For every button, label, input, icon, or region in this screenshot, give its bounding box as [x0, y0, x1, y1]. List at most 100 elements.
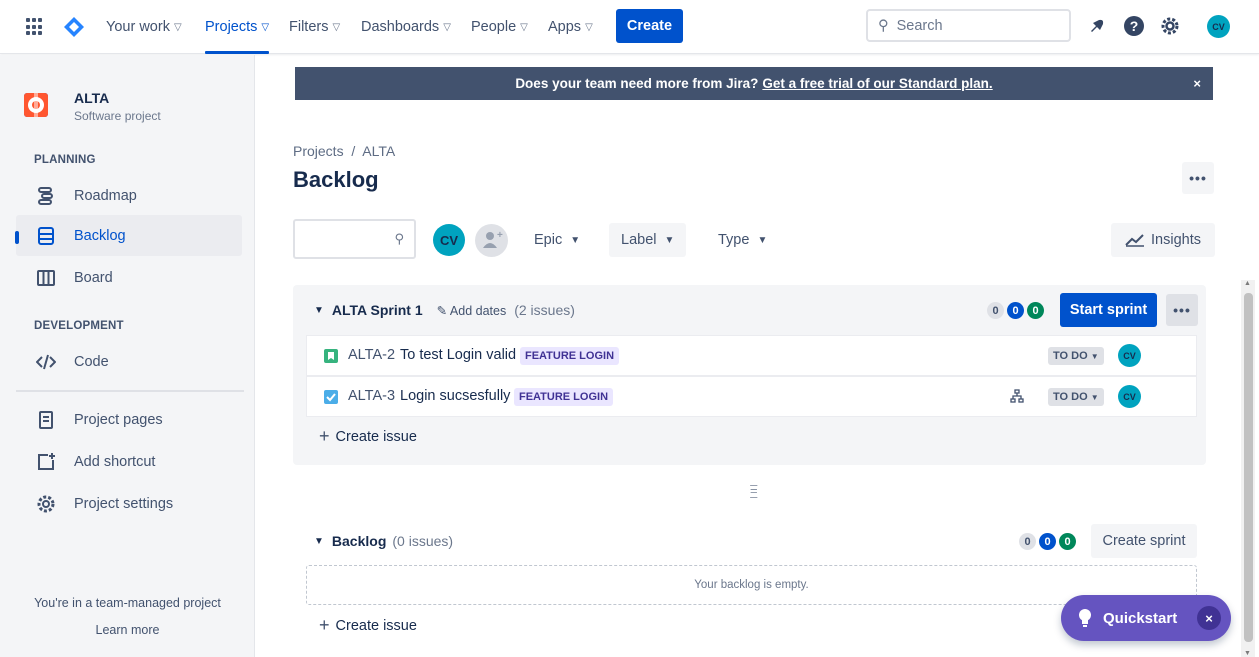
project-name[interactable]: ALTA — [74, 90, 109, 106]
sidebar-item-project-settings[interactable]: Project settings — [16, 483, 242, 524]
close-icon[interactable]: × — [1197, 606, 1221, 630]
assignee-avatar[interactable]: CV — [1118, 344, 1141, 367]
team-managed-note: You're in a team-managed project — [34, 596, 221, 610]
resize-handle-icon[interactable]: – = – — [750, 478, 758, 503]
chevron-down-icon: ▼ — [570, 234, 581, 246]
breadcrumb[interactable]: Projects / ALTA — [293, 143, 395, 159]
chevron-down-icon[interactable]: ▼ — [314, 536, 324, 547]
project-type: Software project — [74, 109, 161, 123]
nav-label: Apps — [548, 19, 582, 35]
type-filter-dropdown[interactable]: Type ▼ — [706, 223, 779, 257]
search-placeholder: Search — [896, 17, 943, 34]
nav-label: Dashboards — [361, 19, 440, 35]
sidebar-item-add-shortcut[interactable]: Add shortcut — [16, 441, 242, 482]
backlog-issue-count: (0 issues) — [392, 533, 454, 549]
issue-key[interactable]: ALTA-3 — [348, 388, 395, 404]
assignee-avatar[interactable]: CV — [1118, 385, 1141, 408]
active-item-indicator — [15, 231, 19, 244]
epic-label-lozenge[interactable]: FEATURE LOGIN — [520, 347, 620, 365]
page-more-actions-button[interactable]: ••• — [1182, 162, 1214, 194]
quickstart-button[interactable]: Quickstart × — [1061, 595, 1231, 641]
search-input[interactable]: ⚲ Search — [866, 9, 1071, 42]
page-scrollbar[interactable]: ▲ ▼ — [1241, 280, 1255, 657]
start-sprint-button[interactable]: Start sprint — [1060, 293, 1157, 327]
sidebar-item-board[interactable]: Board — [16, 257, 242, 298]
issue-key[interactable]: ALTA-2 — [348, 347, 395, 363]
create-issue-button[interactable]: + Create issue — [319, 615, 417, 636]
filter-label: Epic — [534, 232, 563, 248]
chart-line-icon — [1125, 234, 1144, 247]
learn-more-link[interactable]: Learn more — [0, 623, 255, 637]
project-avatar-icon[interactable] — [24, 93, 48, 117]
chevron-down-icon[interactable]: ▼ — [314, 305, 324, 316]
search-icon: ⚲ — [878, 17, 889, 34]
sidebar-item-backlog[interactable]: Backlog — [16, 215, 242, 256]
scrollbar-thumb[interactable] — [1244, 293, 1253, 642]
app-switcher-icon[interactable] — [26, 18, 44, 36]
issue-row[interactable]: ALTA-3 Login sucsesfully FEATURE LOGIN T… — [306, 376, 1197, 417]
create-sprint-button[interactable]: Create sprint — [1091, 524, 1197, 558]
scroll-up-arrow-icon[interactable]: ▲ — [1244, 280, 1251, 287]
child-issues-icon[interactable] — [1010, 389, 1024, 407]
todo-count-badge: 0 — [1019, 533, 1036, 550]
done-count-badge: 0 — [1059, 533, 1076, 550]
add-dates-button[interactable]: ✎ Add dates — [437, 303, 507, 318]
user-avatar[interactable]: CV — [1207, 15, 1230, 38]
sidebar-item-label: Code — [74, 353, 109, 370]
upgrade-banner: Does your team need more from Jira? Get … — [295, 67, 1213, 100]
add-people-icon[interactable]: + — [475, 224, 508, 257]
status-dropdown[interactable]: TO DO ▼ — [1048, 347, 1104, 365]
issue-summary[interactable]: To test Login valid — [400, 347, 516, 363]
scroll-down-arrow-icon[interactable]: ▼ — [1244, 650, 1251, 657]
sidebar-item-project-pages[interactable]: Project pages — [16, 399, 242, 440]
create-issue-button[interactable]: + Create issue — [319, 426, 417, 447]
insights-button[interactable]: Insights — [1111, 223, 1215, 257]
nav-label: Filters — [289, 19, 329, 35]
banner-trial-link[interactable]: Get a free trial of our Standard plan. — [762, 76, 992, 91]
nav-people[interactable]: People ▽ — [471, 0, 528, 54]
epic-filter-dropdown[interactable]: Epic ▼ — [522, 223, 592, 257]
epic-label-lozenge[interactable]: FEATURE LOGIN — [514, 388, 614, 406]
filter-label: Label — [621, 232, 657, 248]
planning-heading: PLANNING — [34, 154, 96, 166]
sprint-status-counts: 0 0 0 — [984, 302, 1044, 319]
sprint-issue-count: (2 issues) — [514, 302, 575, 318]
nav-your-work[interactable]: Your work ▽ — [106, 0, 182, 54]
chevron-down-icon: ▽ — [261, 21, 270, 33]
backlog-header[interactable]: ▼ Backlog (0 issues) — [314, 533, 453, 549]
settings-gear-icon[interactable] — [1158, 14, 1182, 38]
sidebar-item-roadmap[interactable]: Roadmap — [16, 175, 242, 216]
status-dropdown[interactable]: TO DO ▼ — [1048, 388, 1104, 406]
story-icon — [324, 349, 338, 363]
sidebar-item-code[interactable]: Code — [16, 341, 242, 382]
nav-apps[interactable]: Apps ▽ — [548, 0, 593, 54]
label-filter-dropdown[interactable]: Label ▼ — [609, 223, 687, 257]
backlog-search-input[interactable]: ⚲ — [293, 219, 416, 259]
nav-projects[interactable]: Projects ▽ — [205, 0, 270, 54]
lightbulb-icon — [1079, 609, 1091, 627]
issue-row[interactable]: ALTA-2 To test Login valid FEATURE LOGIN… — [306, 335, 1197, 376]
chevron-down-icon: ▽ — [332, 21, 341, 33]
plus-icon: + — [319, 615, 330, 635]
close-icon[interactable]: × — [1193, 76, 1201, 91]
status-label: TO DO — [1053, 350, 1088, 362]
banner-text: Does your team need more from Jira? — [515, 76, 759, 91]
backlog-icon — [38, 227, 54, 245]
task-checkbox-icon — [324, 390, 338, 404]
in-progress-count-badge: 0 — [1007, 302, 1024, 319]
sprint-header[interactable]: ▼ ALTA Sprint 1 ✎ Add dates (2 issues) — [314, 302, 575, 318]
nav-filters[interactable]: Filters ▽ — [289, 0, 340, 54]
jira-logo-icon[interactable] — [64, 17, 84, 37]
help-icon[interactable]: ? — [1122, 14, 1146, 38]
create-issue-label: Create issue — [335, 617, 417, 634]
nav-dashboards[interactable]: Dashboards ▽ — [361, 0, 451, 54]
code-icon — [36, 354, 56, 370]
issue-summary[interactable]: Login sucsesfully — [400, 388, 510, 404]
assignee-filter-avatar[interactable]: CV — [433, 224, 465, 256]
notifications-icon[interactable] — [1085, 14, 1109, 38]
sidebar-item-label: Project pages — [74, 411, 163, 428]
plus-icon: + — [319, 426, 330, 446]
sprint-name: ALTA Sprint 1 — [331, 302, 423, 318]
sprint-more-actions-button[interactable]: ••• — [1166, 294, 1198, 326]
create-button[interactable]: Create — [616, 9, 683, 43]
